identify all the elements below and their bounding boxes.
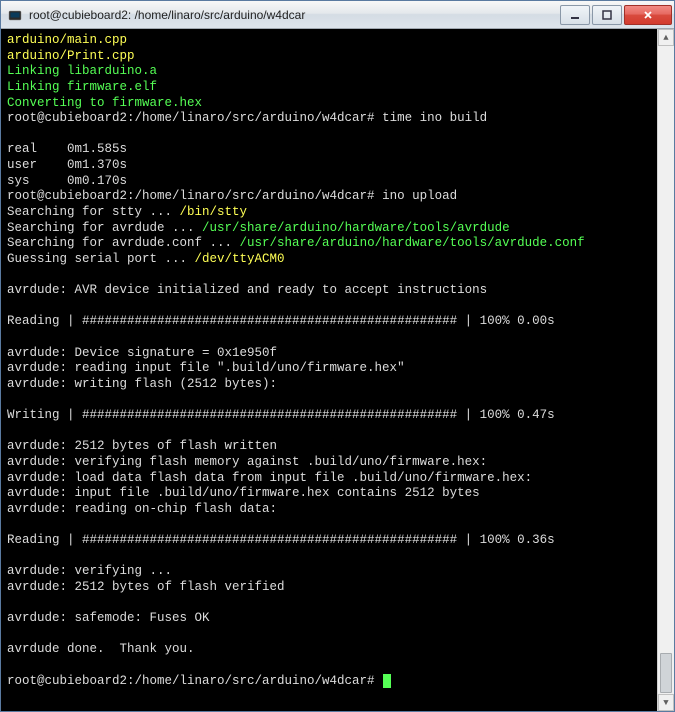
terminal-line: Searching for avrdude.conf ... /usr/shar… <box>7 236 651 252</box>
terminal-text: avrdude: 2512 bytes of flash written <box>7 439 277 453</box>
terminal-text: avrdude: safemode: Fuses OK <box>7 611 210 625</box>
terminal-area: arduino/main.cpparduino/Print.cppLinking… <box>1 29 674 711</box>
terminal-line <box>7 596 651 612</box>
terminal-text: Converting to firmware.hex <box>7 96 202 110</box>
scroll-thumb[interactable] <box>660 653 672 693</box>
terminal-line: avrdude: Device signature = 0x1e950f <box>7 346 651 362</box>
terminal-line <box>7 627 651 643</box>
terminal-line: avrdude: input file .build/uno/firmware.… <box>7 486 651 502</box>
terminal-line <box>7 267 651 283</box>
terminal-line: avrdude: reading input file ".build/uno/… <box>7 361 651 377</box>
terminal-text: /usr/share/arduino/hardware/tools/avrdud… <box>240 236 585 250</box>
terminal-line: Reading | ##############################… <box>7 314 651 330</box>
terminal-text: avrdude: verifying flash memory against … <box>7 455 487 469</box>
terminal-text: avrdude: writing flash (2512 bytes): <box>7 377 277 391</box>
terminal-text: avrdude: reading input file ".build/uno/… <box>7 361 405 375</box>
terminal-text: arduino/Print.cpp <box>7 49 135 63</box>
terminal-text: avrdude: Device signature = 0x1e950f <box>7 346 277 360</box>
terminal-text: Searching for avrdude ... <box>7 221 202 235</box>
terminal-text: /usr/share/arduino/hardware/tools/avrdud… <box>202 221 510 235</box>
terminal-text: avrdude: load data flash data from input… <box>7 471 532 485</box>
terminal-text: Searching for stty ... <box>7 205 180 219</box>
terminal-line <box>7 127 651 143</box>
scroll-down-button[interactable]: ▼ <box>658 694 674 711</box>
terminal-text: real 0m1.585s <box>7 142 127 156</box>
terminal-line: Linking libarduino.a <box>7 64 651 80</box>
terminal-text: time ino build <box>382 111 487 125</box>
maximize-button[interactable] <box>592 5 622 25</box>
terminal-line: avrdude: 2512 bytes of flash written <box>7 439 651 455</box>
terminal-line: avrdude: AVR device initialized and read… <box>7 283 651 299</box>
terminal-line: root@cubieboard2:/home/linaro/src/arduin… <box>7 189 651 205</box>
terminal-text: Linking firmware.elf <box>7 80 157 94</box>
terminal-line: Linking firmware.elf <box>7 80 651 96</box>
terminal-line <box>7 658 651 674</box>
terminal-text: avrdude: reading on-chip flash data: <box>7 502 277 516</box>
terminal-line: Converting to firmware.hex <box>7 96 651 112</box>
terminal-line: real 0m1.585s <box>7 142 651 158</box>
window-title: root@cubieboard2: /home/linaro/src/ardui… <box>29 8 558 22</box>
terminal-line: avrdude: writing flash (2512 bytes): <box>7 377 651 393</box>
terminal-text: Searching for avrdude.conf ... <box>7 236 240 250</box>
terminal-line: root@cubieboard2:/home/linaro/src/arduin… <box>7 111 651 127</box>
terminal-line: Reading | ##############################… <box>7 533 651 549</box>
close-button[interactable] <box>624 5 672 25</box>
titlebar[interactable]: root@cubieboard2: /home/linaro/src/ardui… <box>1 1 674 29</box>
terminal-line: user 0m1.370s <box>7 158 651 174</box>
terminal-line: avrdude done. Thank you. <box>7 642 651 658</box>
terminal-text: Reading | ##############################… <box>7 533 555 547</box>
terminal-line: arduino/main.cpp <box>7 33 651 49</box>
terminal-text: user 0m1.370s <box>7 158 127 172</box>
terminal-text: root@cubieboard2:/home/linaro/src/arduin… <box>7 111 382 125</box>
terminal-line <box>7 517 651 533</box>
terminal-line: avrdude: safemode: Fuses OK <box>7 611 651 627</box>
terminal-line <box>7 330 651 346</box>
terminal-line <box>7 392 651 408</box>
terminal-text: sys 0m0.170s <box>7 174 127 188</box>
terminal-text: Reading | ##############################… <box>7 314 555 328</box>
terminal-line <box>7 549 651 565</box>
minimize-button[interactable] <box>560 5 590 25</box>
window: root@cubieboard2: /home/linaro/src/ardui… <box>0 0 675 712</box>
terminal-line: root@cubieboard2:/home/linaro/src/arduin… <box>7 674 651 690</box>
terminal-line: Searching for stty ... /bin/stty <box>7 205 651 221</box>
terminal-line <box>7 299 651 315</box>
terminal-line: sys 0m0.170s <box>7 174 651 190</box>
terminal-text: avrdude: input file .build/uno/firmware.… <box>7 486 480 500</box>
terminal-line: Guessing serial port ... /dev/ttyACM0 <box>7 252 651 268</box>
terminal-text: /bin/stty <box>180 205 248 219</box>
scrollbar[interactable]: ▲ ▼ <box>657 29 674 711</box>
terminal-output[interactable]: arduino/main.cpparduino/Print.cppLinking… <box>1 29 657 711</box>
app-icon <box>7 7 23 23</box>
terminal-line: avrdude: verifying flash memory against … <box>7 455 651 471</box>
terminal-text: avrdude: AVR device initialized and read… <box>7 283 487 297</box>
terminal-text: root@cubieboard2:/home/linaro/src/arduin… <box>7 189 382 203</box>
terminal-text: root@cubieboard2:/home/linaro/src/arduin… <box>7 674 382 688</box>
terminal-text: ino upload <box>382 189 457 203</box>
terminal-text: avrdude done. Thank you. <box>7 642 195 656</box>
terminal-text: avrdude: verifying ... <box>7 564 172 578</box>
terminal-line: avrdude: reading on-chip flash data: <box>7 502 651 518</box>
terminal-text: arduino/main.cpp <box>7 33 127 47</box>
terminal-text: Linking libarduino.a <box>7 64 157 78</box>
terminal-line: arduino/Print.cpp <box>7 49 651 65</box>
terminal-line: Writing | ##############################… <box>7 408 651 424</box>
scroll-up-button[interactable]: ▲ <box>658 29 674 46</box>
terminal-line: avrdude: verifying ... <box>7 564 651 580</box>
terminal-line: avrdude: load data flash data from input… <box>7 471 651 487</box>
terminal-text: avrdude: 2512 bytes of flash verified <box>7 580 285 594</box>
terminal-text: Guessing serial port ... <box>7 252 195 266</box>
terminal-line: avrdude: 2512 bytes of flash verified <box>7 580 651 596</box>
window-controls <box>558 5 672 25</box>
terminal-text: /dev/ttyACM0 <box>195 252 285 266</box>
terminal-line <box>7 424 651 440</box>
cursor <box>383 674 391 688</box>
terminal-line: Searching for avrdude ... /usr/share/ard… <box>7 221 651 237</box>
terminal-text: Writing | ##############################… <box>7 408 555 422</box>
